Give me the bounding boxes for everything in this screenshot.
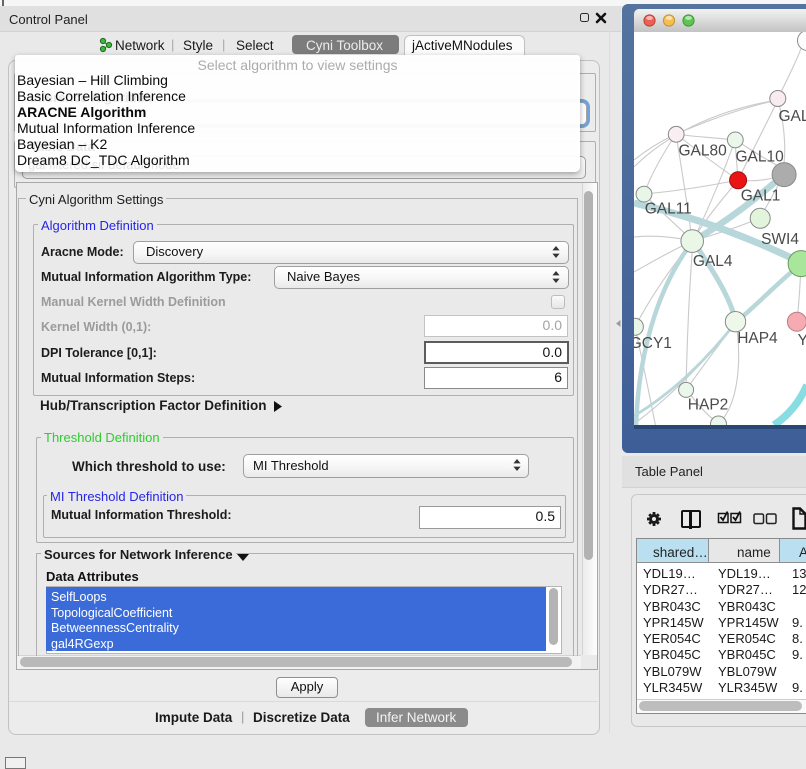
svg-text:SWI4: SWI4 [761, 231, 799, 248]
svg-text:GAL4: GAL4 [693, 253, 733, 270]
svg-text:Y: Y [798, 332, 806, 349]
svg-text:GAL1: GAL1 [741, 188, 781, 205]
svg-text:GCY1: GCY1 [634, 335, 672, 352]
svg-text:GAL10: GAL10 [736, 149, 785, 166]
svg-text:GAL80: GAL80 [679, 142, 728, 159]
svg-text:GAL7: GAL7 [779, 108, 806, 125]
svg-text:HAP2: HAP2 [688, 396, 729, 413]
svg-text:GAL11: GAL11 [645, 201, 692, 218]
svg-text:HAP4: HAP4 [737, 330, 778, 347]
